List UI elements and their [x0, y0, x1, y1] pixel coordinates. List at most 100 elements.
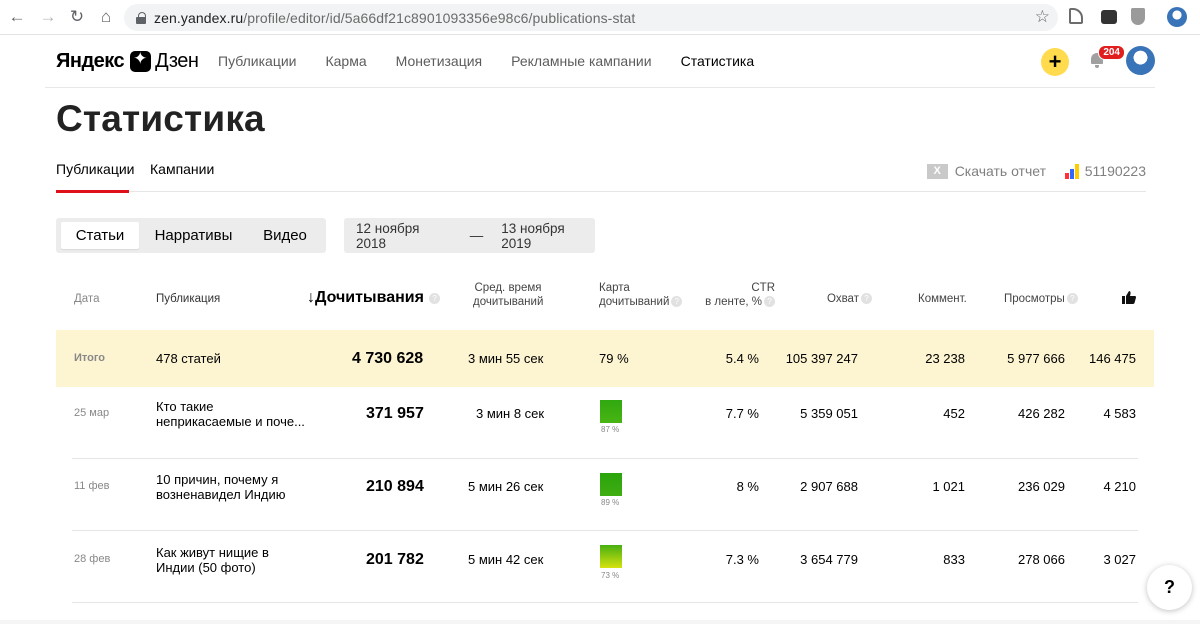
row-ctr: 7.7 % [725, 406, 759, 421]
logo-text-yandex: Яндекс [56, 50, 125, 72]
row-heatmap-pct: 73 % [601, 571, 620, 580]
tab-publications[interactable]: Публикации [56, 161, 134, 193]
notification-badge: 204 [1098, 45, 1125, 60]
segment-articles[interactable]: Статьи [61, 222, 139, 249]
total-publications: 478 статей [156, 351, 221, 366]
total-avg-time: 3 мин 55 сек [468, 351, 544, 366]
column-heatmap[interactable]: Карта дочитываний? [599, 281, 683, 309]
total-read-through: 4 730 628 [352, 350, 424, 367]
nav-karma[interactable]: Карма [325, 53, 366, 69]
column-publication[interactable]: Публикация [156, 293, 220, 305]
tab-campaigns[interactable]: Кампании [150, 161, 214, 192]
column-heatmap-line2: дочитываний [599, 296, 670, 308]
column-date[interactable]: Дата [74, 293, 99, 305]
row-title-line1: Кто такие [156, 399, 214, 414]
total-ctr: 5.4 % [725, 351, 759, 366]
yandex-zen-logo[interactable]: Яндекс Дзен [56, 49, 199, 73]
total-views: 5 977 666 [1007, 351, 1065, 366]
column-comments[interactable]: Коммент. [918, 293, 967, 305]
segment-narratives[interactable]: Нарративы [146, 222, 241, 249]
total-label: Итого [74, 352, 106, 364]
column-reach-label: Охват [827, 293, 859, 305]
column-views[interactable]: Просмотры? [1004, 293, 1078, 305]
extension-grid-icon[interactable] [1101, 10, 1117, 24]
table-row-total: Итого 478 статей 4 730 628 3 мин 55 сек … [56, 330, 1154, 387]
row-heatmap-swatch[interactable] [600, 473, 622, 496]
nav-monetization[interactable]: Монетизация [396, 53, 483, 69]
extension-flag-icon[interactable] [1069, 8, 1083, 24]
total-reach: 105 397 247 [785, 351, 858, 366]
column-likes[interactable] [1122, 291, 1136, 307]
table-row[interactable]: 28 фев Как живут нищие в Индии (50 фото)… [56, 531, 1154, 603]
help-icon[interactable]: ? [860, 293, 872, 305]
column-read-through[interactable]: ↓Дочитывания ? [307, 289, 441, 307]
row-heatmap-pct: 87 % [601, 425, 620, 434]
row-ctr: 7.3 % [725, 552, 759, 567]
row-reach: 2 907 688 [800, 479, 858, 494]
row-heatmap-pct: 89 % [601, 498, 620, 507]
row-title-line2: неприкасаемые и поче... [156, 414, 305, 429]
browser-toolbar: ← → ↻ ⌂ zen.yandex.ru/profile/editor/id/… [0, 0, 1200, 35]
row-heatmap-swatch[interactable] [600, 400, 622, 423]
row-title[interactable]: 10 причин, почему я возненавидел Индию [156, 472, 286, 502]
lock-icon [136, 11, 146, 24]
site-header: Яндекс Дзен Публикации Карма Монетизация… [45, 35, 1155, 88]
date-to: 13 ноября 2019 [501, 220, 565, 251]
row-reach: 3 654 779 [800, 552, 858, 567]
column-avg-time[interactable]: Сред. время дочитываний [473, 281, 543, 309]
row-views: 236 029 [1018, 479, 1065, 494]
column-ctr[interactable]: CTR в ленте, %? [705, 281, 775, 309]
row-title[interactable]: Кто такие неприкасаемые и поче... [156, 399, 305, 429]
help-icon[interactable]: ? [764, 296, 775, 308]
date-range-picker[interactable]: 12 ноября 2018 — 13 ноября 2019 [344, 218, 595, 253]
nav-ad-campaigns[interactable]: Рекламные кампании [511, 53, 651, 69]
download-report-button[interactable]: X Скачать отчет [926, 163, 1046, 179]
home-icon[interactable]: ⌂ [95, 6, 117, 28]
help-icon[interactable]: ? [671, 296, 683, 308]
row-title-line2: возненавидел Индию [156, 487, 286, 502]
row-heatmap-swatch[interactable] [600, 545, 622, 568]
column-read-through-label: ↓Дочитывания [307, 289, 424, 306]
row-title-line1: 10 причин, почему я [156, 472, 279, 487]
url-text: zen.yandex.ru/profile/editor/id/5a66df21… [154, 9, 636, 26]
extension-shield-icon[interactable] [1131, 8, 1145, 25]
date-separator: — [469, 228, 484, 243]
excel-icon: X [926, 163, 948, 179]
row-title-line1: Как живут нищие в [156, 545, 269, 560]
row-divider [72, 602, 1138, 603]
star-icon[interactable]: ☆ [1035, 7, 1050, 27]
table-row[interactable]: 11 фев 10 причин, почему я возненавидел … [56, 459, 1154, 531]
browser-profile-avatar[interactable] [1167, 7, 1187, 27]
address-bar[interactable]: zen.yandex.ru/profile/editor/id/5a66df21… [124, 4, 1058, 31]
table-row[interactable]: 25 мар Кто такие неприкасаемые и поче...… [56, 387, 1154, 459]
row-comments: 452 [943, 406, 965, 421]
help-button[interactable]: ? [1147, 565, 1192, 610]
row-read-through: 210 894 [366, 478, 424, 495]
metrika-counter-id: 51190223 [1084, 163, 1146, 179]
help-icon[interactable]: ? [429, 293, 441, 305]
page-bottom-edge [0, 620, 1200, 624]
forward-icon[interactable]: → [37, 6, 59, 28]
help-icon[interactable]: ? [1066, 293, 1078, 305]
plus-icon[interactable]: + [1041, 48, 1069, 76]
row-read-through: 201 782 [366, 551, 424, 568]
row-likes: 4 583 [1103, 406, 1136, 421]
row-title[interactable]: Как живут нищие в Индии (50 фото) [156, 545, 269, 575]
nav-publications[interactable]: Публикации [218, 53, 296, 69]
segment-video[interactable]: Видео [250, 222, 320, 249]
download-report-label: Скачать отчет [954, 163, 1046, 179]
metrika-counter-link[interactable]: 51190223 [1064, 163, 1146, 179]
reload-icon[interactable]: ↻ [66, 6, 88, 28]
column-avg-time-line1: Сред. время [474, 282, 542, 294]
page-title: Статистика [56, 98, 265, 139]
avatar[interactable] [1126, 46, 1155, 75]
row-avg-time: 5 мин 26 сек [468, 479, 544, 494]
total-comments: 23 238 [925, 351, 965, 366]
back-icon[interactable]: ← [6, 6, 28, 28]
nav-statistics[interactable]: Статистика [681, 53, 755, 69]
row-date: 28 фев [74, 553, 111, 565]
row-read-through: 371 957 [366, 405, 424, 422]
column-reach[interactable]: Охват? [827, 293, 872, 305]
row-title-line2: Индии (50 фото) [156, 560, 256, 575]
row-views: 278 066 [1018, 552, 1065, 567]
